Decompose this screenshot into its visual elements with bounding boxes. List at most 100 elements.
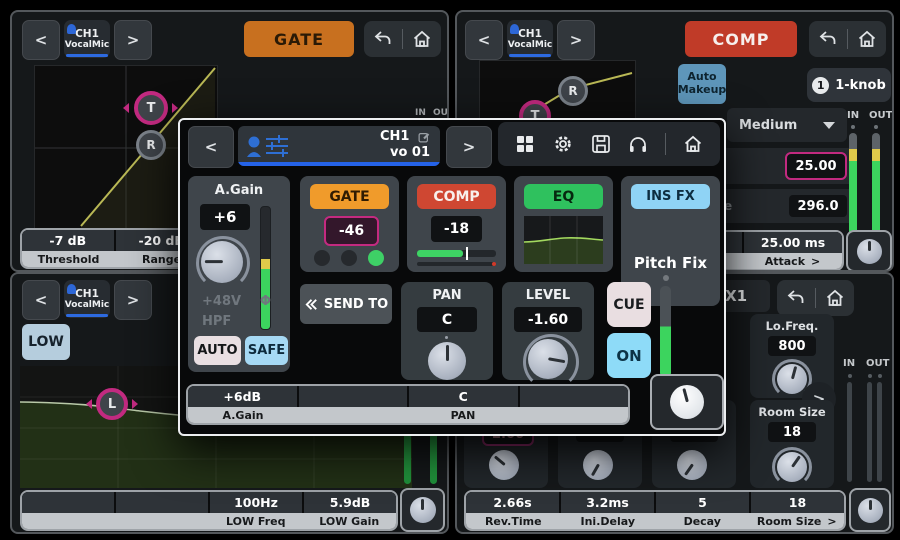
gain-safe-button[interactable]: SAFE	[245, 336, 288, 365]
channel-name: VocalMic	[65, 40, 110, 50]
gate-prev-channel-button[interactable]: <	[22, 20, 60, 60]
inidelay-knob[interactable]	[583, 450, 613, 480]
threshold-value[interactable]: -7 dB	[22, 230, 114, 251]
comp-threshold-value[interactable]: -18	[431, 216, 482, 242]
low-gain-value[interactable]: 5.9dB	[304, 492, 396, 513]
hpf-label[interactable]: HPF	[202, 314, 231, 329]
phase-icon[interactable]: Φ	[260, 294, 271, 309]
grid-menu-icon[interactable]	[514, 133, 536, 155]
inidelay-value[interactable]: 3.2ms	[561, 492, 654, 513]
comp-param2-value[interactable]: 296.0	[789, 195, 847, 217]
home-icon[interactable]	[411, 28, 433, 50]
param-value[interactable]	[299, 386, 408, 407]
low-band-button[interactable]: LOW	[22, 324, 70, 360]
eq-channel-select-button[interactable]: CH1 VocalMic	[64, 280, 110, 318]
param-value[interactable]	[22, 492, 114, 513]
comp-type-dropdown[interactable]: Medium	[727, 108, 847, 142]
range-node[interactable]: R	[136, 130, 166, 160]
divider	[815, 288, 816, 308]
gate-threshold-value[interactable]: -46	[324, 216, 379, 246]
on-button[interactable]: ON	[607, 333, 651, 378]
gate-pill[interactable]: GATE	[310, 184, 389, 209]
comp-gr-meter	[417, 250, 496, 257]
revtime-label: Rev.Time	[466, 513, 561, 529]
pan-bar-value[interactable]: C	[409, 386, 518, 407]
eq-pill[interactable]: EQ	[524, 184, 603, 209]
comp-param1-value[interactable]: 25.00	[785, 152, 847, 180]
fx-out-meter-right	[877, 382, 882, 482]
gate-title-button[interactable]: GATE	[244, 21, 354, 57]
divider	[665, 133, 666, 155]
overlay-comp-card[interactable]: COMP -18	[407, 176, 506, 272]
again-value[interactable]: +6	[200, 204, 250, 230]
chevron-down-icon	[823, 122, 835, 129]
roomsize-value[interactable]: 18	[768, 422, 816, 442]
comp-touch-knob-button[interactable]	[846, 230, 892, 272]
overlay-touch-knob-button[interactable]	[650, 374, 724, 430]
cue-button[interactable]: CUE	[607, 282, 651, 327]
roomsize-knob[interactable]	[777, 452, 807, 482]
param-value[interactable]	[116, 492, 208, 513]
roomsize-bar-label[interactable]: Room Size>	[750, 513, 845, 529]
overlay-eq-card[interactable]: EQ	[514, 176, 613, 272]
meter-peak-dot	[874, 125, 878, 129]
auto-makeup-button[interactable]: Auto Makeup	[678, 64, 726, 104]
home-icon[interactable]	[682, 133, 704, 155]
threshold-node[interactable]: T	[134, 91, 168, 125]
param-value[interactable]	[520, 386, 629, 407]
again-bar-value[interactable]: +6dB	[188, 386, 297, 407]
again-knob[interactable]	[201, 241, 243, 283]
chevron-left-icon: <	[35, 31, 48, 49]
decay-value[interactable]: 5	[656, 492, 749, 513]
attack-value[interactable]: 25.00 ms	[744, 232, 842, 253]
comp-channel-select-button[interactable]: CH1 VocalMic	[507, 20, 553, 58]
comp-pill[interactable]: COMP	[417, 184, 496, 209]
comp-ratio-node[interactable]: R	[558, 76, 588, 106]
revtime-value[interactable]: 2.66s	[466, 492, 559, 513]
input-level-meter	[849, 133, 857, 241]
undo-icon[interactable]	[785, 287, 807, 309]
undo-icon[interactable]	[817, 28, 839, 50]
meter-peak-dot	[663, 275, 669, 281]
overlay-prev-channel-button[interactable]: <	[188, 126, 234, 168]
comp-type-value: Medium	[739, 118, 797, 133]
overlay-next-channel-button[interactable]: >	[446, 126, 492, 168]
eq-prev-channel-button[interactable]: <	[22, 280, 60, 320]
undo-icon[interactable]	[372, 28, 394, 50]
level-knob[interactable]	[528, 339, 568, 379]
gear-icon[interactable]	[552, 133, 574, 155]
gain-auto-button[interactable]: AUTO	[194, 336, 241, 365]
fx-touch-knob-button[interactable]	[849, 488, 891, 532]
low-freq-label: LOW Freq	[209, 513, 303, 529]
overlay-channel-name-button[interactable]: CH1 vo 01	[238, 126, 440, 166]
chevron-right-icon: >	[827, 515, 836, 528]
save-icon[interactable]	[590, 133, 612, 155]
send-to-button[interactable]: SEND TO	[300, 284, 392, 324]
decay-knob[interactable]	[677, 450, 707, 480]
attack-label[interactable]: Attack>	[743, 253, 842, 269]
home-icon[interactable]	[824, 287, 846, 309]
low-freq-value[interactable]: 100Hz	[210, 492, 302, 513]
level-value[interactable]: -1.60	[514, 307, 582, 332]
gate-next-channel-button[interactable]: >	[114, 20, 152, 60]
pan-knob[interactable]	[428, 342, 466, 380]
headphones-icon[interactable]	[627, 133, 649, 155]
home-icon[interactable]	[856, 28, 878, 50]
low-band-node[interactable]: L	[96, 388, 128, 420]
gate-channel-select-button[interactable]: CH1 VocalMic	[64, 20, 110, 58]
insfx-pill[interactable]: INS FX	[631, 184, 710, 209]
eq-next-channel-button[interactable]: >	[114, 280, 152, 320]
eq-touch-knob-button[interactable]	[400, 488, 445, 532]
channel-name: VocalMic	[65, 300, 110, 310]
pan-value[interactable]: C	[417, 307, 477, 332]
revtime-knob[interactable]	[489, 450, 519, 480]
comp-title-button[interactable]: COMP	[685, 21, 797, 57]
lofreq-value[interactable]: 800	[768, 336, 816, 356]
comp-prev-channel-button[interactable]: <	[465, 20, 503, 60]
roomsize-bar-value[interactable]: 18	[751, 492, 844, 513]
overlay-gate-card[interactable]: GATE -46	[300, 176, 399, 272]
lofreq-knob[interactable]	[777, 364, 807, 394]
one-knob-button[interactable]: 1 1-knob	[807, 68, 891, 102]
phantom-48v-label[interactable]: +48V	[202, 294, 241, 309]
comp-next-channel-button[interactable]: >	[557, 20, 595, 60]
